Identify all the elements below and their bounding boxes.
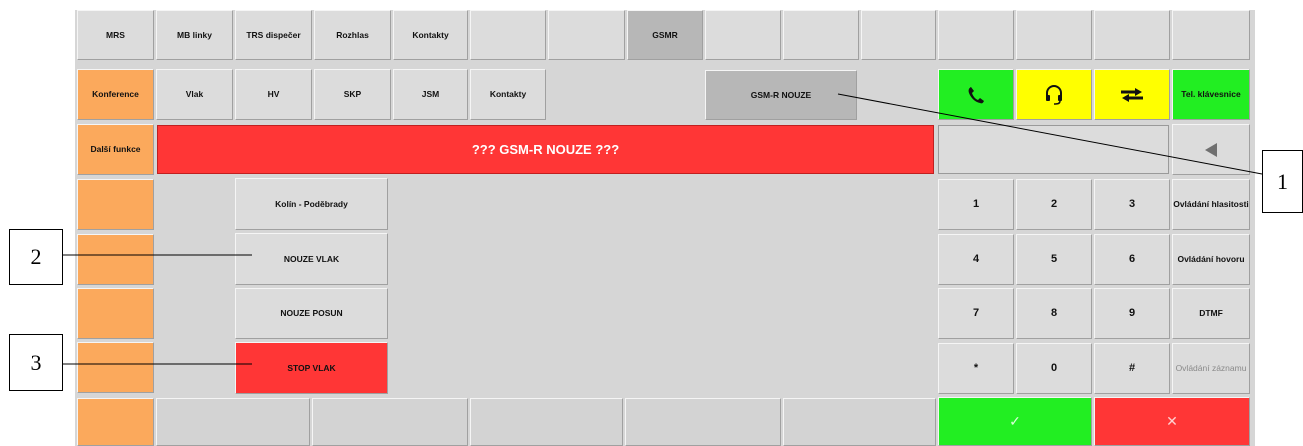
callout-1: 1: [1262, 150, 1303, 213]
callout-3: 3: [9, 334, 63, 391]
callout-2: 2: [9, 229, 63, 285]
callout-leader-lines: [63, 93, 1263, 365]
